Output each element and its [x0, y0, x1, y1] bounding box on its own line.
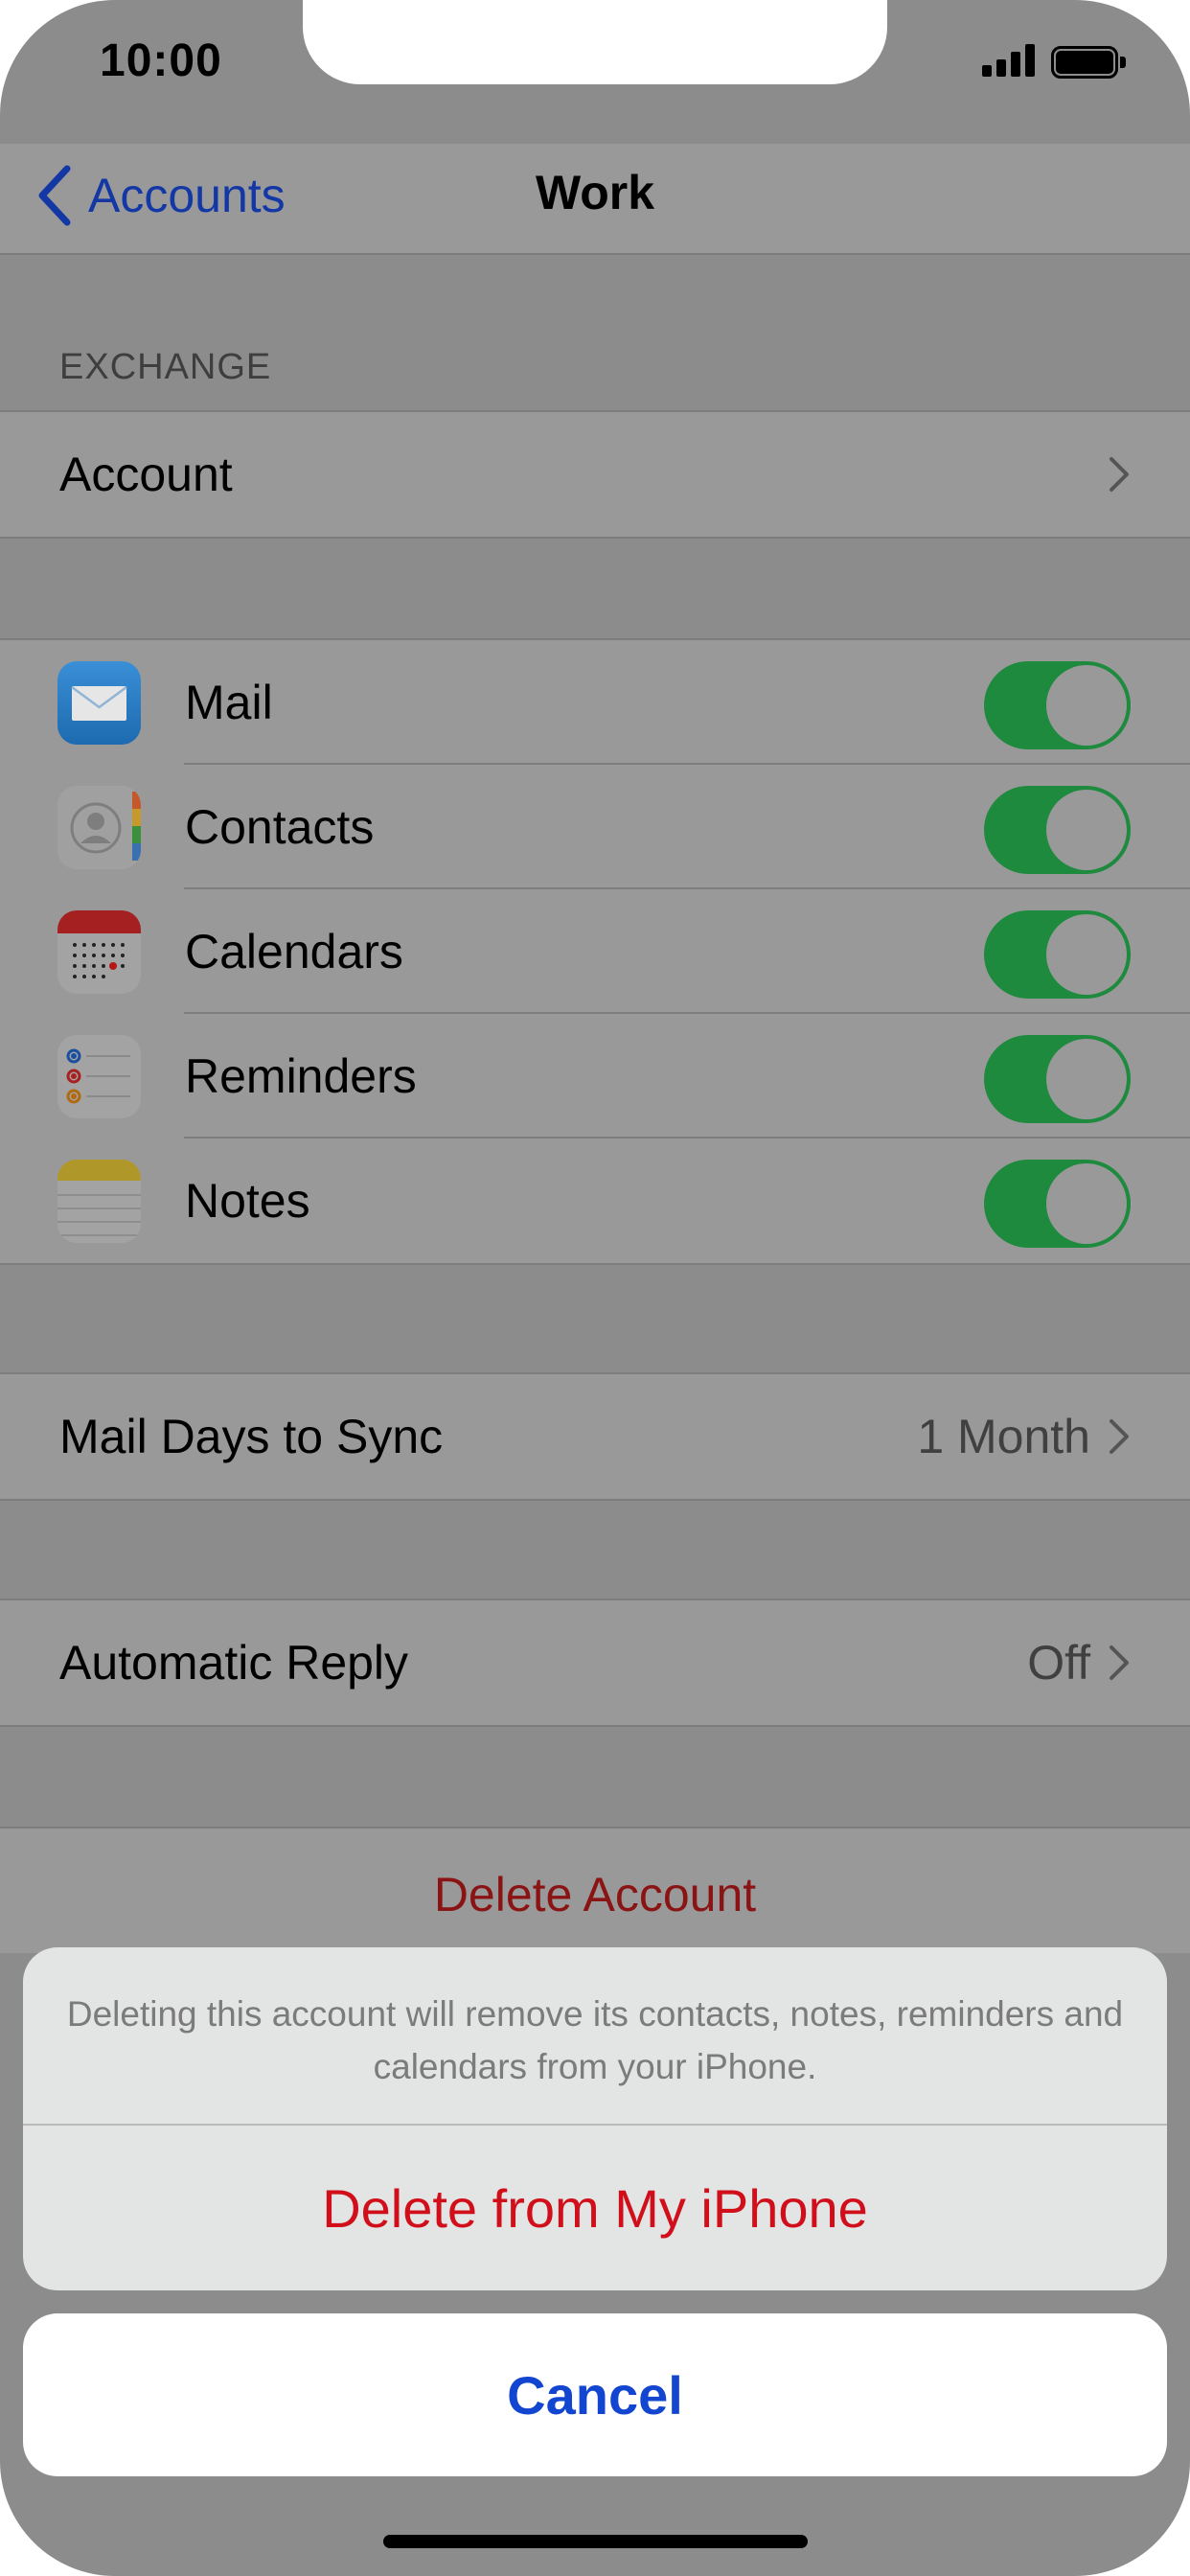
reminders-icon — [57, 1035, 141, 1118]
account-group: Account — [0, 410, 1190, 539]
service-label: Mail — [185, 676, 273, 729]
mail-days-group: Mail Days to Sync 1 Month — [0, 1372, 1190, 1501]
auto-reply-group: Automatic Reply Off — [0, 1598, 1190, 1727]
contacts-icon — [57, 786, 141, 869]
page-title: Work — [535, 166, 655, 219]
section-header-exchange: EXCHANGE — [59, 347, 272, 387]
mail-days-row[interactable]: Mail Days to Sync 1 Month — [0, 1374, 1190, 1499]
status-time: 10:00 — [100, 35, 222, 86]
auto-reply-value: Off — [1027, 1636, 1090, 1690]
contacts-toggle[interactable] — [984, 786, 1131, 874]
service-row-contacts: Contacts — [0, 763, 1190, 889]
calendars-toggle[interactable] — [984, 910, 1131, 999]
cancel-button[interactable]: Cancel — [23, 2313, 1167, 2476]
chevron-right-icon — [1110, 1645, 1129, 1680]
services-group: Mail Contacts Calendars Reminders Notes — [0, 638, 1190, 1265]
chevron-right-icon — [1110, 1419, 1129, 1454]
service-label: Contacts — [185, 800, 375, 854]
account-label: Account — [59, 448, 233, 501]
service-row-reminders: Reminders — [0, 1012, 1190, 1138]
delete-account-row[interactable]: Delete Account — [0, 1827, 1190, 1953]
reminders-toggle[interactable] — [984, 1035, 1131, 1123]
service-row-calendars: Calendars — [0, 887, 1190, 1014]
notes-toggle[interactable] — [984, 1160, 1131, 1248]
notes-icon — [57, 1160, 141, 1243]
battery-icon — [1051, 46, 1126, 79]
device-notch — [303, 0, 887, 84]
account-row[interactable]: Account — [0, 412, 1190, 537]
delete-account-label: Delete Account — [433, 1868, 757, 1921]
auto-reply-row[interactable]: Automatic Reply Off — [0, 1600, 1190, 1725]
service-label: Reminders — [185, 1049, 417, 1103]
mail-icon — [57, 661, 141, 745]
service-row-notes: Notes — [0, 1137, 1190, 1263]
mail-days-value: 1 Month — [917, 1410, 1090, 1463]
phone-screen: 10:00 Accounts Work EXCHANGE Account Mai… — [0, 0, 1190, 2576]
cellular-signal-icon — [982, 44, 1036, 77]
home-indicator[interactable] — [383, 2535, 808, 2548]
delete-from-iphone-button[interactable]: Delete from My iPhone — [23, 2126, 1167, 2290]
mail-days-label: Mail Days to Sync — [59, 1410, 444, 1463]
navigation-bar: Accounts Work — [0, 144, 1190, 255]
service-row-mail: Mail — [0, 640, 1190, 765]
calendar-icon — [57, 910, 141, 994]
action-sheet-message: Deleting this account will remove its co… — [66, 1994, 1124, 2086]
service-label: Calendars — [185, 925, 403, 978]
chevron-right-icon — [1110, 457, 1129, 492]
action-sheet: Deleting this account will remove its co… — [23, 1947, 1167, 2290]
service-label: Notes — [185, 1174, 310, 1228]
auto-reply-label: Automatic Reply — [59, 1636, 409, 1690]
cancel-button-label: Cancel — [507, 2364, 683, 2426]
mail-toggle[interactable] — [984, 661, 1131, 749]
